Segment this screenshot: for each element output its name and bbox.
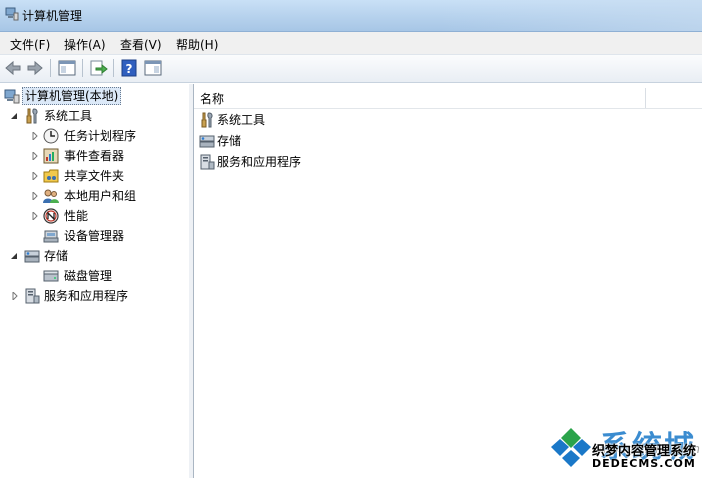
toolbar: ? bbox=[0, 55, 702, 83]
tree-label: 磁盘管理 bbox=[64, 269, 113, 283]
tree-label: 任务计划程序 bbox=[64, 129, 137, 143]
menu-view[interactable]: 查看(V) bbox=[120, 36, 162, 53]
tree-label: 存储 bbox=[44, 249, 69, 263]
svg-text:?: ? bbox=[126, 62, 133, 76]
expand-arrow-icon[interactable] bbox=[31, 152, 39, 160]
tree-label: 共享文件夹 bbox=[64, 169, 125, 183]
list-item-label: 存储 bbox=[217, 134, 242, 148]
device-manager-icon bbox=[43, 230, 59, 243]
collapse-arrow-icon[interactable] bbox=[10, 112, 18, 120]
menu-file[interactable]: 文件(F) bbox=[10, 36, 50, 53]
tree-label: 性能 bbox=[64, 209, 89, 223]
column-header-name[interactable]: 名称 bbox=[200, 90, 224, 107]
tree-label: 本地用户和组 bbox=[64, 189, 137, 203]
window-title: 计算机管理 bbox=[22, 9, 83, 23]
tree-label: 计算机管理(本地) bbox=[22, 87, 122, 105]
computer-management-icon bbox=[5, 7, 19, 21]
details-pane: 名称 系统工具 存储 服务和应用程序 bbox=[194, 84, 702, 478]
disk-icon bbox=[43, 270, 59, 282]
watermark-logo-icon bbox=[550, 426, 592, 468]
services-icon bbox=[200, 154, 215, 170]
show-hide-tree-icon[interactable] bbox=[57, 58, 77, 78]
expand-arrow-icon[interactable] bbox=[31, 192, 39, 200]
expand-arrow-icon[interactable] bbox=[31, 172, 39, 180]
performance-icon bbox=[43, 208, 59, 224]
storage-icon bbox=[24, 250, 40, 263]
tools-icon bbox=[26, 108, 38, 124]
services-icon bbox=[25, 288, 40, 304]
shared-folder-icon bbox=[43, 169, 59, 183]
tree-label: 事件查看器 bbox=[64, 149, 125, 163]
clock-icon bbox=[43, 128, 59, 144]
tree-item-system-tools[interactable]: 系统工具 bbox=[0, 106, 185, 126]
tree-label: 系统工具 bbox=[44, 109, 93, 123]
tree-label: 设备管理器 bbox=[64, 229, 125, 243]
tree-item-event-viewer[interactable]: 事件查看器 bbox=[0, 146, 185, 166]
console-tree: 计算机管理(本地) 系统工具 任务计划程序 事件查看器 共享文件夹 本地用户和组… bbox=[0, 84, 190, 478]
list-item-label: 系统工具 bbox=[217, 113, 266, 127]
watermark: 系统城 xitongcheng.com 织梦内容管理系统 DEDECMS.COM bbox=[548, 420, 702, 478]
list-item-label: 服务和应用程序 bbox=[217, 155, 302, 169]
watermark-domain: DEDECMS.COM bbox=[592, 457, 696, 470]
column-header: 名称 bbox=[194, 86, 702, 109]
tree-item-storage[interactable]: 存储 bbox=[0, 246, 185, 266]
forward-arrow-icon[interactable] bbox=[25, 58, 45, 78]
tree-item-task-scheduler[interactable]: 任务计划程序 bbox=[0, 126, 185, 146]
expand-arrow-icon[interactable] bbox=[11, 292, 19, 300]
event-viewer-icon bbox=[43, 148, 59, 164]
tools-icon bbox=[201, 112, 213, 128]
tree-item-root[interactable]: 计算机管理(本地) bbox=[4, 86, 184, 106]
storage-icon bbox=[199, 135, 215, 148]
tree-item-disk-management[interactable]: 磁盘管理 bbox=[0, 266, 185, 286]
menu-action[interactable]: 操作(A) bbox=[64, 36, 106, 53]
tree-item-services-apps[interactable]: 服务和应用程序 bbox=[0, 286, 185, 306]
tree-item-performance[interactable]: 性能 bbox=[0, 206, 185, 226]
tree-item-device-manager[interactable]: 设备管理器 bbox=[0, 226, 185, 246]
help-icon[interactable]: ? bbox=[119, 58, 139, 78]
show-action-pane-icon[interactable] bbox=[143, 58, 163, 78]
export-list-icon[interactable] bbox=[88, 58, 108, 78]
expand-arrow-icon[interactable] bbox=[31, 212, 39, 220]
menu-help[interactable]: 帮助(H) bbox=[176, 36, 218, 53]
tree-item-shared-folders[interactable]: 共享文件夹 bbox=[0, 166, 185, 186]
tree-item-local-users[interactable]: 本地用户和组 bbox=[0, 186, 185, 206]
title-bar: 计算机管理 bbox=[0, 0, 702, 32]
back-arrow-icon[interactable] bbox=[3, 58, 23, 78]
column-divider[interactable] bbox=[645, 88, 646, 108]
computer-management-icon bbox=[4, 89, 20, 104]
collapse-arrow-icon[interactable] bbox=[10, 252, 18, 260]
menu-bar: 文件(F) 操作(A) 查看(V) 帮助(H) bbox=[0, 32, 702, 55]
expand-arrow-icon[interactable] bbox=[31, 132, 39, 140]
tree-label: 服务和应用程序 bbox=[44, 289, 129, 303]
users-icon bbox=[43, 189, 59, 203]
